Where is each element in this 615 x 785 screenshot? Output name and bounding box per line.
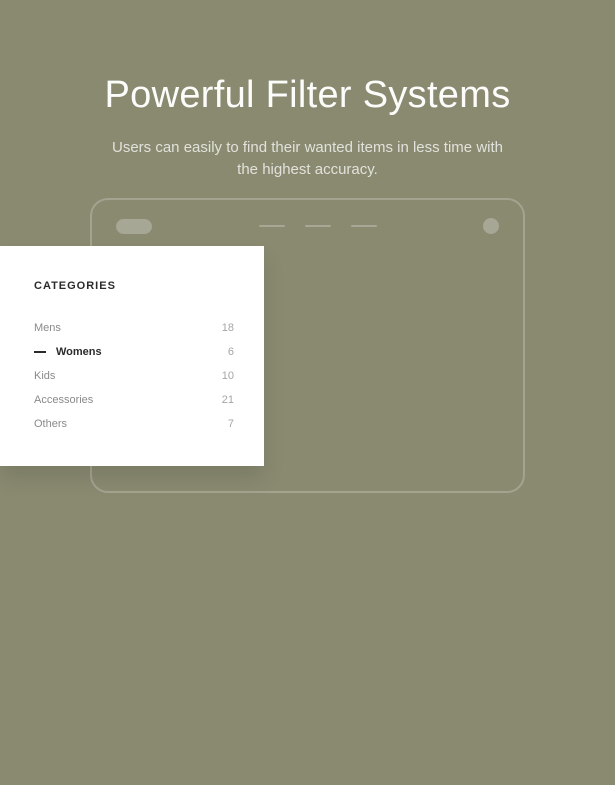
browser-mock-dot <box>483 218 499 234</box>
hero-title: Powerful Filter Systems <box>0 74 615 117</box>
categories-heading: CATEGORIES <box>34 280 234 292</box>
active-dash-icon <box>34 351 46 353</box>
category-count: 10 <box>222 370 234 382</box>
category-label: Mens <box>34 322 222 334</box>
category-count: 7 <box>228 418 234 430</box>
category-row-others[interactable]: Others 7 <box>34 412 234 436</box>
category-label: Accessories <box>34 394 222 406</box>
browser-mock-line <box>305 225 331 227</box>
browser-mock-pill <box>116 219 152 234</box>
category-row-accessories[interactable]: Accessories 21 <box>34 388 234 412</box>
hero-subtitle: Users can easily to find their wanted it… <box>108 137 508 181</box>
browser-mock-nav-lines <box>152 225 483 227</box>
category-row-mens[interactable]: Mens 18 <box>34 316 234 340</box>
browser-mock-line <box>351 225 377 227</box>
category-row-womens[interactable]: Womens 6 <box>34 340 234 364</box>
category-label: Womens <box>56 346 228 358</box>
hero-section: Powerful Filter Systems Users can easily… <box>0 0 615 181</box>
browser-mock-line <box>259 225 285 227</box>
category-count: 21 <box>222 394 234 406</box>
category-count: 18 <box>222 322 234 334</box>
categories-card: CATEGORIES Mens 18 Womens 6 Kids 10 Acce… <box>0 246 264 466</box>
category-label: Others <box>34 418 228 430</box>
browser-mock-bar <box>116 216 499 236</box>
category-label: Kids <box>34 370 222 382</box>
category-row-kids[interactable]: Kids 10 <box>34 364 234 388</box>
category-count: 6 <box>228 346 234 358</box>
